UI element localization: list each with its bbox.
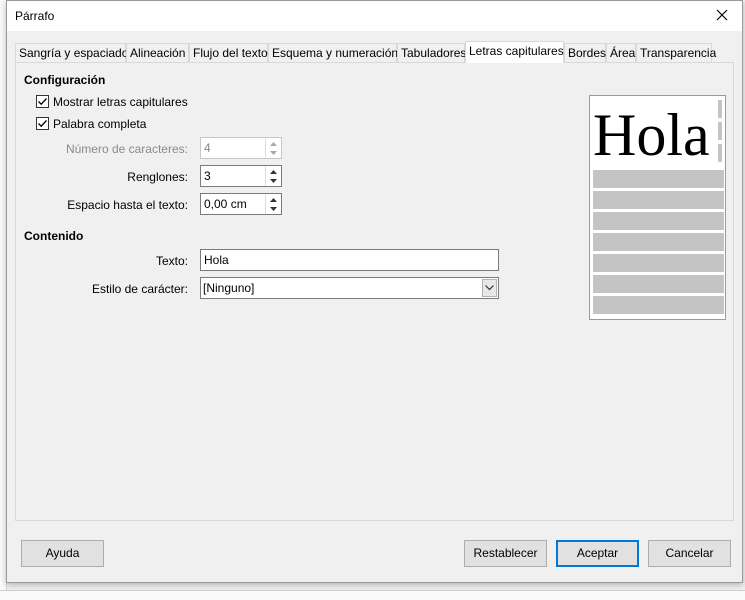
spin-down-icon[interactable] [267,204,279,213]
lines-spinbox[interactable]: 3 [200,165,282,187]
show-dropcaps-label[interactable]: Mostrar letras capitulares [53,95,188,109]
preview-line [593,296,724,314]
preview-line-stubs [718,100,722,166]
spin-buttons [265,138,281,158]
text-label: Texto: [155,254,188,268]
close-button[interactable] [704,1,740,29]
num-chars-value: 4 [204,141,211,155]
spin-down-icon [267,148,279,157]
checkmark-icon [38,98,47,106]
reset-button[interactable]: Restablecer [464,540,547,567]
spin-up-icon [267,139,279,148]
lines-value[interactable]: 3 [204,169,211,183]
cancel-button[interactable]: Cancelar [648,540,731,567]
preview-line [593,170,724,188]
help-button[interactable]: Ayuda [21,540,104,567]
show-dropcaps-checkbox[interactable] [36,95,49,108]
tab-indents-spacing[interactable]: Sangría y espaciado [15,43,128,62]
dialog-title: Párrafo [15,9,55,23]
ok-button[interactable]: Aceptar [556,540,639,567]
preview-line [593,212,724,230]
tab-alignment[interactable]: Alineación [126,43,189,62]
tab-outline-numbering[interactable]: Esquema y numeración [268,43,398,62]
tab-area[interactable]: Área [606,43,636,62]
whole-word-checkbox[interactable] [36,117,49,130]
spacing-spinbox[interactable]: 0,00 cm [200,193,282,215]
chevron-down-icon[interactable] [482,279,497,297]
char-style-select[interactable]: [Ninguno] [200,277,499,299]
dropcap-text-value[interactable]: Hola [204,253,229,267]
dropcap-preview: Hola [589,95,726,320]
preview-line [593,191,724,209]
spin-buttons [265,166,281,186]
checkmark-icon [38,120,47,128]
tab-tabs[interactable]: Tabuladores [397,43,466,62]
preview-dropcap-text: Hola [593,102,710,168]
num-chars-label: Número de caracteres: [65,142,188,156]
char-style-label: Estilo de carácter: [91,282,188,296]
whole-word-label[interactable]: Palabra completa [53,117,146,131]
spin-up-icon[interactable] [267,167,279,176]
dropcap-text-input[interactable]: Hola [200,249,499,271]
preview-line [593,275,724,293]
tab-text-flow[interactable]: Flujo del texto [189,43,268,62]
spin-down-icon[interactable] [267,176,279,185]
tab-transparency[interactable]: Transparencia [636,43,716,62]
contents-heading: Contenido [24,229,84,243]
spin-buttons [265,194,281,214]
spacing-value[interactable]: 0,00 cm [204,197,247,211]
lines-label: Renglones: [127,170,188,184]
tab-borders[interactable]: Bordes [564,43,606,62]
spacing-label: Espacio hasta el texto: [67,198,188,212]
tab-drop-caps[interactable]: Letras capitulares [465,41,564,63]
paragraph-dialog: Párrafo Sangría y espaciado Alineación F… [6,0,743,583]
char-style-value[interactable]: [Ninguno] [203,281,254,295]
preview-line [593,254,724,272]
num-chars-spinbox: 4 [200,137,282,159]
preview-line [593,233,724,251]
settings-heading: Configuración [24,73,106,87]
close-icon [716,9,728,21]
title-bar: Párrafo [7,1,742,31]
spin-up-icon[interactable] [267,195,279,204]
